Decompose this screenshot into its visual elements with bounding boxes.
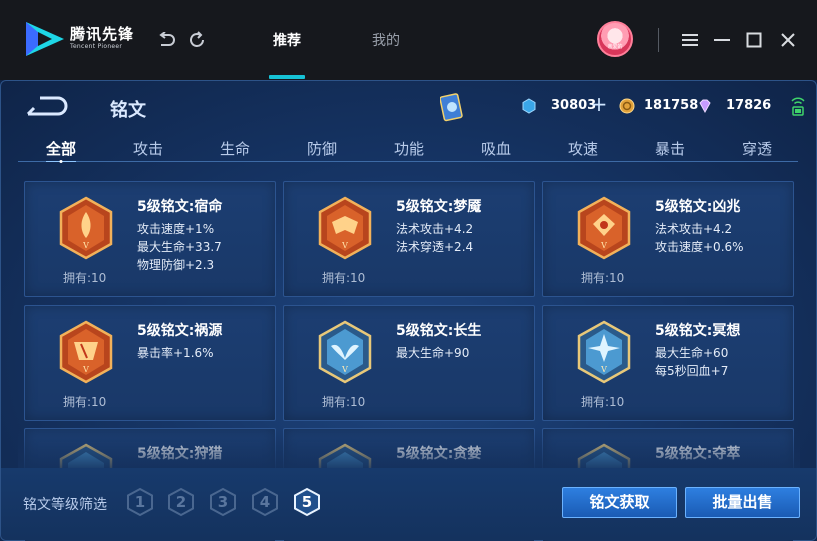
crystal-icon xyxy=(522,98,536,114)
user-avatar[interactable]: 亲爱的 xyxy=(597,21,633,57)
inscription-attribute: 每5秒回血+7 xyxy=(655,364,729,378)
tab-mine[interactable]: 我的 xyxy=(372,30,400,50)
category-tab-attack[interactable]: 攻击 xyxy=(133,138,163,159)
inscription-name: 5级铭文:凶兆 xyxy=(655,199,741,215)
brand-name-en: Tencent Pioneer xyxy=(70,43,123,50)
inscription-attribute: 法术攻击+4.2 xyxy=(396,222,474,236)
category-tab-health[interactable]: 生命 xyxy=(220,138,250,159)
inscription-attribute: 法术攻击+4.2 xyxy=(655,222,733,236)
tab-recommend[interactable]: 推荐 xyxy=(273,30,301,50)
level-number: 3 xyxy=(217,493,229,511)
category-tab-penetration[interactable]: 穿透 xyxy=(742,138,772,159)
inscription-emblem-icon: V xyxy=(577,196,631,260)
obtain-inscription-button[interactable]: 铭文获取 xyxy=(562,487,677,518)
inscription-name: 5级铭文:宿命 xyxy=(137,199,223,215)
inscription-book-icon[interactable] xyxy=(440,92,464,122)
inscription-emblem-icon: V xyxy=(59,320,113,384)
refresh-icon[interactable] xyxy=(187,30,207,50)
svg-text:V: V xyxy=(82,365,89,374)
inscription-name: 5级铭文:祸源 xyxy=(137,323,223,339)
gold-coin-icon xyxy=(619,98,635,114)
owned-count: 拥有:10 xyxy=(581,395,625,409)
minimize-icon[interactable] xyxy=(712,30,732,50)
level-number: 5 xyxy=(301,493,313,511)
inscription-attribute: 最大生命+90 xyxy=(396,346,470,360)
owned-count: 拥有:10 xyxy=(322,271,366,285)
category-tab-critical[interactable]: 暴击 xyxy=(655,138,685,159)
inscription-card[interactable]: V 5级铭文:梦魇 法术攻击+4.2 法术穿透+2.4 拥有:10 xyxy=(283,181,535,297)
diamond-count: 17826 xyxy=(726,98,772,113)
level-filter-4[interactable]: 4 xyxy=(251,487,279,517)
inscription-attribute: 物理防御+2.3 xyxy=(137,258,215,272)
svg-text:V: V xyxy=(341,241,348,250)
inscription-name: 5级铭文:长生 xyxy=(396,323,482,339)
inscription-card[interactable]: V 5级铭文:祸源 暴击率+1.6% 拥有:10 xyxy=(24,305,276,421)
svg-text:V: V xyxy=(82,241,89,250)
diamond-icon xyxy=(699,99,711,114)
inscription-attribute: 最大生命+33.7 xyxy=(137,240,222,254)
level-number: 1 xyxy=(134,493,146,511)
owned-count: 拥有:10 xyxy=(63,395,107,409)
level-number: 4 xyxy=(259,493,271,511)
avatar-label: 亲爱的 xyxy=(607,44,623,50)
page-title: 铭文 xyxy=(110,100,146,121)
batch-sell-button[interactable]: 批量出售 xyxy=(685,487,800,518)
category-tab-attack-speed[interactable]: 攻速 xyxy=(568,138,598,159)
owned-count: 拥有:10 xyxy=(581,271,625,285)
svg-text:V: V xyxy=(600,241,607,250)
category-tab-utility[interactable]: 功能 xyxy=(394,138,424,159)
inscription-emblem-icon: V xyxy=(59,196,113,260)
category-divider xyxy=(18,161,798,162)
undo-icon[interactable] xyxy=(156,30,176,50)
svg-text:V: V xyxy=(600,365,607,374)
title-bar: 腾讯先锋 Tencent Pioneer 推荐 我的 亲爱的 xyxy=(0,0,817,80)
inscription-attribute: 法术穿透+2.4 xyxy=(396,240,474,254)
active-tab-indicator xyxy=(269,75,305,79)
owned-count: 拥有:10 xyxy=(63,271,107,285)
inscription-card[interactable]: V 5级铭文:凶兆 法术攻击+4.2 攻击速度+0.6% 拥有:10 xyxy=(542,181,794,297)
inscription-card[interactable]: V 5级铭文:冥想 最大生命+60 每5秒回血+7 拥有:10 xyxy=(542,305,794,421)
add-crystal-button[interactable]: + xyxy=(590,94,608,115)
inscription-name: 5级铭文:贪婪 xyxy=(396,446,482,462)
inscription-name: 5级铭文:夺萃 xyxy=(655,446,741,462)
gold-count: 181758 xyxy=(644,98,699,113)
category-tab-all[interactable]: 全部 xyxy=(46,138,76,159)
inscription-attribute: 最大生命+60 xyxy=(655,346,729,360)
inscription-card[interactable]: V 5级铭文:长生 最大生命+90 拥有:10 xyxy=(283,305,535,421)
inscription-card[interactable]: V 5级铭文:宿命 攻击速度+1% 最大生命+33.7 物理防御+2.3 拥有:… xyxy=(24,181,276,297)
inscription-attribute: 攻击速度+1% xyxy=(137,222,215,236)
owned-count: 拥有:10 xyxy=(322,395,366,409)
inscription-name: 5级铭文:冥想 xyxy=(655,323,741,339)
category-active-indicator xyxy=(46,160,76,163)
category-tab-defense[interactable]: 防御 xyxy=(307,138,337,159)
level-filter-label: 铭文等级筛选 xyxy=(23,497,107,513)
inscription-emblem-icon: V xyxy=(318,196,372,260)
inscription-attribute: 攻击速度+0.6% xyxy=(655,240,744,254)
brand-name-cn: 腾讯先锋 xyxy=(70,25,135,43)
inscription-emblem-icon: V xyxy=(577,320,631,384)
tencent-pioneer-logo xyxy=(26,22,64,56)
level-filter-5[interactable]: 5 xyxy=(293,487,321,517)
back-button[interactable] xyxy=(26,94,70,118)
level-filter-1[interactable]: 1 xyxy=(126,487,154,517)
inscription-attribute: 暴击率+1.6% xyxy=(137,346,214,360)
level-filter-3[interactable]: 3 xyxy=(209,487,237,517)
category-tab-lifesteal[interactable]: 吸血 xyxy=(481,138,511,159)
divider xyxy=(658,28,659,52)
inscription-name: 5级铭文:梦魇 xyxy=(396,199,482,215)
svg-text:V: V xyxy=(341,365,348,374)
inscription-emblem-icon: V xyxy=(318,320,372,384)
network-status-icon xyxy=(791,97,805,116)
menu-icon[interactable] xyxy=(680,30,700,50)
close-icon[interactable] xyxy=(778,30,798,50)
inscription-name: 5级铭文:狩猎 xyxy=(137,446,223,462)
maximize-icon[interactable] xyxy=(744,30,764,50)
level-filter-2[interactable]: 2 xyxy=(167,487,195,517)
level-number: 2 xyxy=(175,493,187,511)
brand-name: 腾讯先锋 Tencent Pioneer xyxy=(70,26,134,50)
